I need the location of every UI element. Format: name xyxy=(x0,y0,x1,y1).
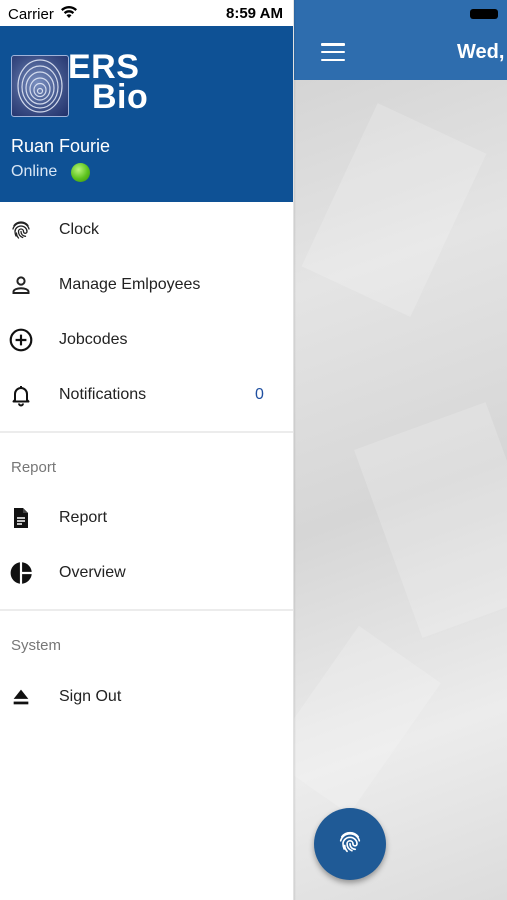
person-icon xyxy=(7,271,35,299)
navigation-drawer: Carrier 8:59 AM ERS Bio Ruan Fourie Onli… xyxy=(0,0,293,900)
fingerprint-logo-icon xyxy=(11,55,69,117)
main-screen: Wed, xyxy=(294,0,507,900)
menu-item-manage-employees[interactable]: Manage Emlpoyees xyxy=(0,258,293,312)
battery-icon xyxy=(470,9,498,19)
menu-item-label: Report xyxy=(59,509,108,526)
bell-icon xyxy=(7,381,35,409)
background-facet xyxy=(301,103,487,317)
menu-icon[interactable] xyxy=(321,43,345,61)
user-name: Ruan Fourie xyxy=(11,136,111,156)
logo-line-2: Bio xyxy=(92,78,149,116)
background-facet xyxy=(294,625,441,815)
drawer-header: ERS Bio Ruan Fourie Online xyxy=(0,26,293,202)
eject-icon xyxy=(7,683,35,711)
pie-chart-icon xyxy=(7,559,35,587)
section-title-system: System xyxy=(11,637,62,654)
document-icon xyxy=(7,504,35,532)
menu-item-label: Manage Emlpoyees xyxy=(59,276,201,293)
menu-item-overview[interactable]: Overview xyxy=(0,546,293,600)
menu-item-report[interactable]: Report xyxy=(0,491,293,545)
menu-item-jobcodes[interactable]: Jobcodes xyxy=(0,313,293,367)
notification-count-badge: 0 xyxy=(255,386,264,403)
online-indicator-icon xyxy=(71,163,90,182)
fingerprint-icon xyxy=(7,216,35,244)
brand-logo: ERS Bio xyxy=(68,50,149,116)
date-title: Wed, xyxy=(457,41,505,63)
wifi-icon xyxy=(60,5,78,24)
status-bar: Carrier 8:59 AM xyxy=(0,0,293,26)
section-divider xyxy=(0,609,293,611)
add-circle-icon xyxy=(7,326,35,354)
section-divider xyxy=(0,431,293,433)
menu-item-label: Notifications xyxy=(59,386,147,403)
menu-item-notifications[interactable]: Notifications 0 xyxy=(0,368,293,422)
section-title-report: Report xyxy=(11,459,57,476)
clock-fab-button[interactable] xyxy=(314,808,386,880)
clock-time: 8:59 AM xyxy=(226,5,283,22)
fingerprint-icon xyxy=(336,828,364,861)
menu-item-label: Overview xyxy=(59,564,126,581)
menu-item-label: Sign Out xyxy=(59,688,122,705)
menu-item-clock[interactable]: Clock xyxy=(0,203,293,257)
menu-item-label: Clock xyxy=(59,221,100,238)
user-status: Online xyxy=(11,163,58,180)
app-top-bar: Wed, xyxy=(294,0,507,80)
background-facet xyxy=(354,402,507,638)
carrier-label: Carrier xyxy=(8,6,54,23)
menu-item-sign-out[interactable]: Sign Out xyxy=(0,670,293,724)
menu-item-label: Jobcodes xyxy=(59,331,128,348)
